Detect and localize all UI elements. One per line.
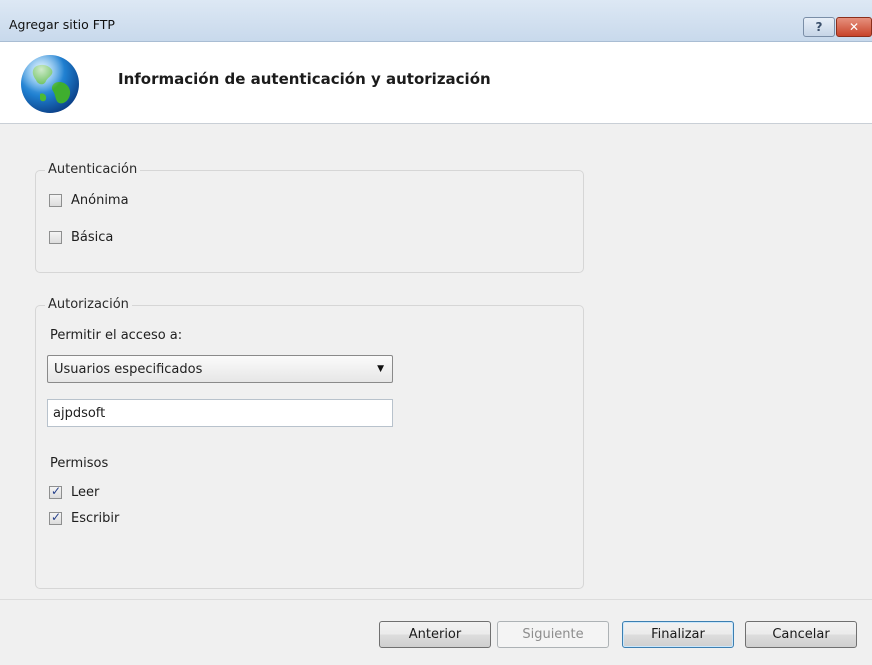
users-input[interactable]: ajpdsoft	[47, 399, 393, 427]
basic-checkbox[interactable]: Básica	[49, 230, 113, 245]
read-checkbox[interactable]: Leer	[49, 484, 100, 500]
close-button[interactable]: ✕	[836, 17, 872, 37]
read-label: Leer	[71, 485, 100, 500]
access-label: Permitir el acceso a:	[50, 328, 183, 343]
write-checkbox[interactable]: Escribir	[49, 510, 120, 526]
title-bar[interactable]: Agregar sitio FTP ? ✕	[0, 0, 872, 42]
globe-icon	[21, 55, 79, 113]
access-dropdown-value: Usuarios especificados	[54, 362, 203, 377]
help-icon: ?	[815, 20, 823, 34]
window-title: Agregar sitio FTP	[9, 17, 115, 32]
help-button[interactable]: ?	[803, 17, 835, 37]
add-ftp-site-dialog: Agregar sitio FTP ? ✕ Información de aut…	[0, 0, 872, 665]
access-dropdown[interactable]: Usuarios especificados ▼	[47, 355, 393, 383]
basic-label: Básica	[71, 230, 114, 245]
authentication-legend: Autenticación	[45, 162, 141, 177]
anonymous-checkbox[interactable]: Anónima	[49, 193, 129, 208]
write-checkbox-box[interactable]	[49, 510, 62, 525]
read-checkbox-box[interactable]	[49, 484, 62, 499]
basic-checkbox-box[interactable]	[49, 231, 62, 244]
users-input-value: ajpdsoft	[53, 406, 106, 421]
anonymous-checkbox-box[interactable]	[49, 194, 62, 207]
chevron-down-icon[interactable]: ▼	[377, 364, 384, 374]
authentication-group: Autenticación	[35, 162, 584, 273]
cancel-button[interactable]: Cancelar	[745, 621, 857, 648]
finish-button[interactable]: Finalizar	[622, 621, 734, 648]
previous-button[interactable]: Anterior	[379, 621, 491, 648]
close-icon: ✕	[848, 20, 860, 34]
anonymous-label: Anónima	[71, 193, 129, 208]
authorization-group: Autorización	[35, 297, 584, 589]
write-label: Escribir	[71, 511, 120, 526]
page-title: Información de autenticación y autorizac…	[118, 70, 491, 88]
next-button[interactable]: Siguiente	[497, 621, 609, 648]
wizard-header: Información de autenticación y autorizac…	[0, 42, 872, 124]
authorization-legend: Autorización	[45, 297, 132, 312]
permissions-label: Permisos	[50, 456, 109, 471]
